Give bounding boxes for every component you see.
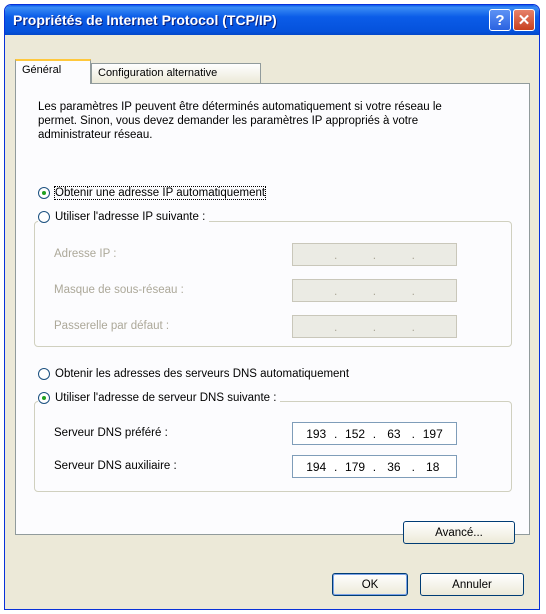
preferred-dns-octet-4: 197 xyxy=(422,426,443,441)
octet-separator: . xyxy=(372,426,377,441)
dialog-window: Propriétés de Internet Protocol (TCP/IP)… xyxy=(4,4,540,610)
window-title: Propriétés de Internet Protocol (TCP/IP) xyxy=(13,12,277,28)
octet-separator: . xyxy=(372,459,377,474)
alternate-dns-octet-2: 179 xyxy=(345,459,366,474)
radio-ip-auto[interactable]: Obtenir une adresse IP automatiquement xyxy=(38,186,267,200)
preferred-dns-label: Serveur DNS préféré : xyxy=(54,427,168,439)
general-panel: Les paramètres IP peuvent être déterminé… xyxy=(15,83,530,544)
octet-separator: . xyxy=(333,459,338,474)
radio-ip-auto-indicator[interactable] xyxy=(38,187,50,199)
cancel-button[interactable]: Annuler xyxy=(420,573,524,596)
radio-dns-manual-indicator[interactable] xyxy=(38,392,50,404)
radio-dns-manual[interactable]: Utiliser l'adresse de serveur DNS suivan… xyxy=(38,392,281,404)
radio-ip-auto-label: Obtenir une adresse IP automatiquement xyxy=(53,186,267,200)
octet-separator: . xyxy=(411,319,415,334)
preferred-dns-octet-3: 63 xyxy=(387,426,401,441)
close-button[interactable]: ✕ xyxy=(513,9,535,31)
ok-button[interactable]: OK xyxy=(332,573,408,596)
octet-separator: . xyxy=(411,459,415,474)
close-icon: ✕ xyxy=(517,12,531,29)
preferred-dns-input[interactable]: 193. 152. 63. 197 xyxy=(292,422,457,445)
octet-separator: . xyxy=(372,283,377,298)
radio-dns-auto-label: Obtenir les adresses des serveurs DNS au… xyxy=(55,368,350,380)
advanced-button[interactable]: Avancé... xyxy=(403,521,515,544)
alternate-dns-octet-3: 36 xyxy=(387,459,401,474)
tab-alternate-configuration[interactable]: Configuration alternative xyxy=(91,63,261,83)
alternate-dns-octet-4: 18 xyxy=(426,459,440,474)
octet-separator: . xyxy=(333,283,338,298)
default-gateway-input[interactable]: . . . xyxy=(292,315,457,338)
help-icon: ? xyxy=(495,11,505,29)
alternate-dns-input[interactable]: 194. 179. 36. 18 xyxy=(292,455,457,478)
octet-separator: . xyxy=(333,247,338,262)
description-text: Les paramètres IP peuvent être déterminé… xyxy=(38,101,442,141)
octet-separator: . xyxy=(411,283,415,298)
subnet-mask-label: Masque de sous-réseau : xyxy=(54,284,184,296)
ip-address-input[interactable]: . . . xyxy=(292,243,457,266)
octet-separator: . xyxy=(333,426,338,441)
tab-general[interactable]: Général xyxy=(15,59,91,84)
radio-ip-manual-indicator[interactable] xyxy=(38,211,50,223)
default-gateway-label: Passerelle par défaut : xyxy=(54,320,170,332)
alternate-dns-octet-1: 194 xyxy=(306,459,327,474)
octet-separator: . xyxy=(333,319,338,334)
radio-ip-manual-label: Utiliser l'adresse IP suivante : xyxy=(55,211,206,223)
help-button[interactable]: ? xyxy=(489,9,511,31)
octet-separator: . xyxy=(372,319,377,334)
radio-dns-auto[interactable]: Obtenir les adresses des serveurs DNS au… xyxy=(38,368,349,380)
preferred-dns-octet-1: 193 xyxy=(306,426,327,441)
octet-separator: . xyxy=(372,247,377,262)
radio-dns-auto-indicator[interactable] xyxy=(38,368,50,380)
subnet-mask-input[interactable]: . . . xyxy=(292,279,457,302)
title-bar[interactable]: Propriétés de Internet Protocol (TCP/IP)… xyxy=(5,5,539,35)
ip-address-label: Adresse IP : xyxy=(54,248,117,260)
preferred-dns-octet-2: 152 xyxy=(345,426,366,441)
octet-separator: . xyxy=(411,426,415,441)
radio-ip-manual[interactable]: Utiliser l'adresse IP suivante : xyxy=(38,211,210,223)
dns-group xyxy=(34,401,512,492)
radio-dns-manual-label: Utiliser l'adresse de serveur DNS suivan… xyxy=(55,392,277,404)
alternate-dns-label: Serveur DNS auxiliaire : xyxy=(54,460,177,472)
octet-separator: . xyxy=(411,247,415,262)
